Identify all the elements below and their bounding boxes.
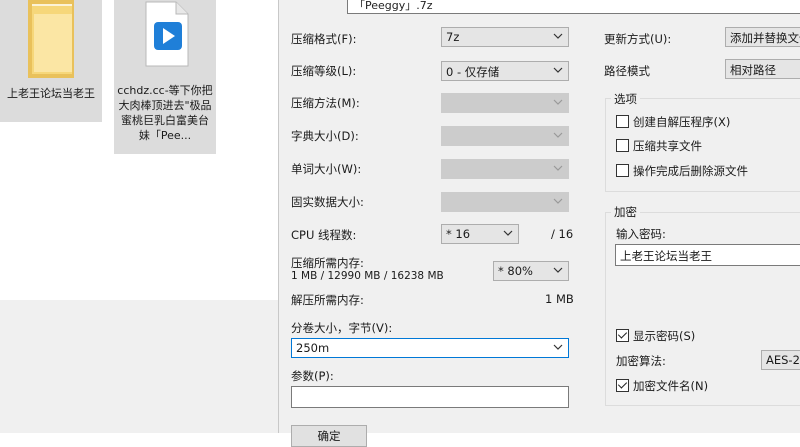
checkbox-icon <box>616 139 629 152</box>
delete-after-checkbox[interactable]: 操作完成后删除源文件 <box>616 163 748 179</box>
update-value: 添加并替换文件 <box>730 31 800 45</box>
chevron-down-icon <box>553 31 563 41</box>
decomp-label: 解压所需内存: <box>291 293 364 307</box>
mem-detail: 1 MB / 12990 MB / 16238 MB <box>291 270 444 282</box>
chevron-down-icon <box>553 196 563 206</box>
word-label: 单词大小(W): <box>291 162 362 176</box>
cpu-value: * 16 <box>446 227 471 241</box>
format-value: 7z <box>446 30 460 44</box>
update-label: 更新方式(U): <box>604 32 672 46</box>
encryption-title: 加密 <box>611 204 640 220</box>
compress-dialog: 「Peeggy」.7z 压缩格式(F): 7z 压缩等级(L): 0 - 仅存储… <box>278 0 800 447</box>
desktop-background <box>0 300 278 433</box>
update-select[interactable]: 添加并替换文件 <box>725 27 800 47</box>
chevron-down-icon <box>553 265 563 275</box>
chevron-down-icon <box>553 65 563 75</box>
encrypt-names-checkbox[interactable]: 加密文件名(N) <box>616 378 708 394</box>
chevron-down-icon <box>503 228 513 238</box>
chevron-down-icon <box>553 163 563 173</box>
format-label: 压缩格式(F): <box>291 32 357 46</box>
desktop: 上老王论坛当老王 cchdz.cc-等下你把大肉棒顶进去"极品蜜桃巨乳白富美台妹… <box>0 0 278 433</box>
encryption-group: 加密 输入密码: 上老王论坛当老王 显示密码(S) 加密算法: AES-256 … <box>605 204 800 406</box>
dict-label: 字典大小(D): <box>291 129 359 143</box>
encrypt-names-label: 加密文件名(N) <box>633 379 709 393</box>
mem-percent-value: * 80% <box>498 264 533 278</box>
checkbox-checked-icon <box>616 329 629 342</box>
file-tile-video[interactable]: cchdz.cc-等下你把大肉棒顶进去"极品蜜桃巨乳白富美台妹「Pee... <box>114 0 216 154</box>
split-value: 250m <box>296 341 330 355</box>
method-label: 压缩方法(M): <box>291 96 360 110</box>
cpu-label: CPU 线程数: <box>291 228 357 242</box>
algo-select[interactable]: AES-256 <box>761 350 800 370</box>
chevron-down-icon <box>553 130 563 140</box>
chevron-down-icon <box>553 97 563 107</box>
password-label: 输入密码: <box>616 227 666 241</box>
options-title: 选项 <box>611 91 640 107</box>
sfx-checkbox[interactable]: 创建自解压程序(X) <box>616 114 730 130</box>
file-tile-folder[interactable]: 上老王论坛当老王 <box>0 0 102 122</box>
video-file-icon <box>134 0 196 68</box>
options-group: 选项 创建自解压程序(X) 压缩共享文件 操作完成后删除源文件 <box>605 91 800 192</box>
folder-icon <box>22 0 80 80</box>
dict-select[interactable] <box>441 126 569 146</box>
level-label: 压缩等级(L): <box>291 64 357 78</box>
ok-button[interactable]: 确定 <box>291 425 367 447</box>
archive-name-value: 「Peeggy」.7z <box>354 0 433 12</box>
checkbox-checked-icon <box>616 379 629 392</box>
format-select[interactable]: 7z <box>441 27 569 47</box>
shared-label: 压缩共享文件 <box>633 139 702 153</box>
mem-label: 压缩所需内存: <box>291 256 364 270</box>
solid-select[interactable] <box>441 192 569 212</box>
delete-after-label: 操作完成后删除源文件 <box>633 164 748 178</box>
checkbox-icon <box>616 164 629 177</box>
file-label: cchdz.cc-等下你把大肉棒顶进去"极品蜜桃巨乳白富美台妹「Pee... <box>117 84 213 142</box>
split-input[interactable]: 250m <box>291 338 569 358</box>
mem-percent-select[interactable]: * 80% <box>493 261 569 281</box>
cpu-total: / 16 <box>551 227 574 241</box>
password-input[interactable]: 上老王论坛当老王 <box>615 244 800 266</box>
decomp-value: 1 MB <box>545 292 574 306</box>
algo-label: 加密算法: <box>616 354 666 368</box>
shared-checkbox[interactable]: 压缩共享文件 <box>616 138 702 154</box>
algo-value: AES-256 <box>766 353 800 367</box>
split-label: 分卷大小，字节(V): <box>291 321 393 335</box>
show-password-label: 显示密码(S) <box>633 329 696 343</box>
archive-name-field[interactable]: 「Peeggy」.7z <box>347 0 800 14</box>
level-select[interactable]: 0 - 仅存储 <box>441 61 569 81</box>
solid-label: 固实数据大小: <box>291 195 364 209</box>
checkbox-icon <box>616 115 629 128</box>
show-password-checkbox[interactable]: 显示密码(S) <box>616 328 695 344</box>
word-select[interactable] <box>441 159 569 179</box>
cpu-select[interactable]: * 16 <box>441 224 519 244</box>
method-select[interactable] <box>441 93 569 113</box>
file-label: 上老王论坛当老王 <box>7 87 95 100</box>
path-label: 路径模式 <box>604 64 650 78</box>
sfx-label: 创建自解压程序(X) <box>633 115 731 129</box>
chevron-down-icon <box>553 342 563 352</box>
params-label: 参数(P): <box>291 369 334 383</box>
password-value: 上老王论坛当老王 <box>620 249 712 263</box>
path-select[interactable]: 相对路径 <box>725 59 800 79</box>
params-input[interactable] <box>291 386 569 408</box>
level-value: 0 - 仅存储 <box>446 65 500 79</box>
path-value: 相对路径 <box>730 63 776 77</box>
